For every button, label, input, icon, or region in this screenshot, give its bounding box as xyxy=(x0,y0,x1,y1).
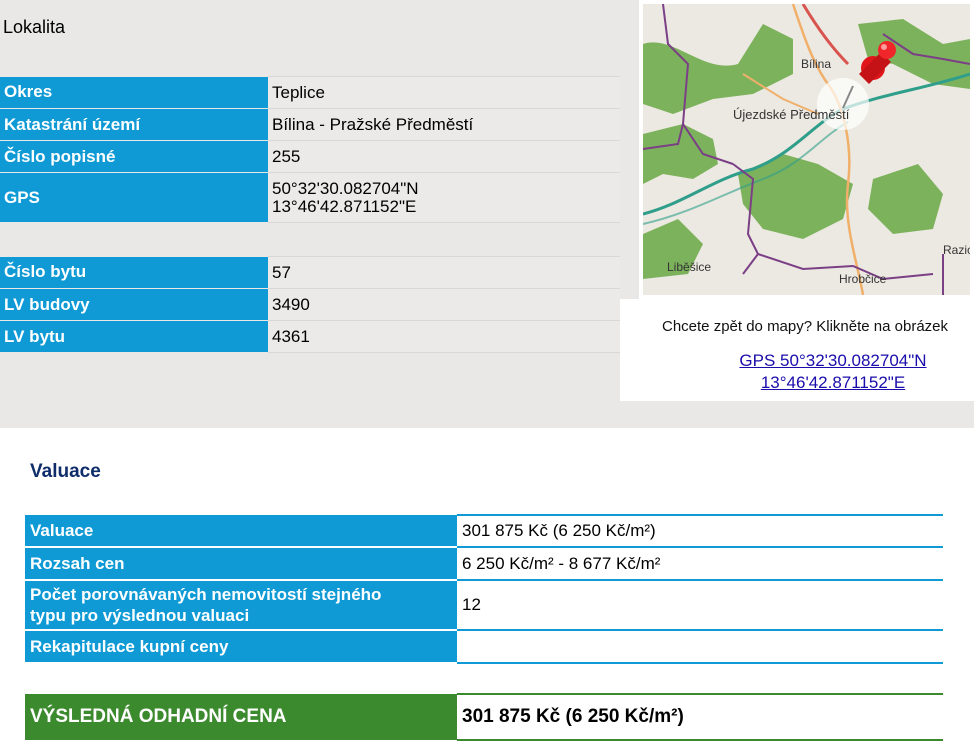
table-row: Rekapitulace kupní ceny xyxy=(25,629,943,664)
table-row: LV budovy 3490 xyxy=(0,288,620,321)
table-row: Katastrání území Bílina - Pražské Předmě… xyxy=(0,108,620,141)
row-label-lv-budovy: LV budovy xyxy=(0,288,268,321)
row-label-katastr: Katastrání území xyxy=(0,108,268,141)
map-caption-panel: Chcete zpět do mapy? Klikněte na obrázek… xyxy=(620,299,974,401)
section-title-lokalita: Lokalita xyxy=(3,17,66,37)
row-value-pocet-porovnavanych: 12 xyxy=(457,579,943,630)
map-label-bilina: Bílina xyxy=(801,57,831,71)
map-label-razic: Razic xyxy=(943,243,970,257)
final-price-label: VÝSLEDNÁ ODHADNÍ CENA xyxy=(25,694,457,740)
row-label-cislo-popisne: Číslo popisné xyxy=(0,140,268,173)
map-image[interactable]: Bílina Újezdské Předměstí Liběšice Hrobč… xyxy=(643,4,970,295)
map-hint-text: Chcete zpět do mapy? Klikněte na obrázek xyxy=(662,318,949,335)
row-value-okres: Teplice xyxy=(268,76,620,109)
row-value-cislo-bytu: 57 xyxy=(268,256,620,289)
row-label-line: typu pro výslednou valuaci xyxy=(30,606,250,625)
map-label-hrobcice: Hrobčice xyxy=(839,272,887,286)
section-title-valuace: Valuace xyxy=(30,461,101,482)
row-value-katastr: Bílina - Pražské Předměstí xyxy=(268,108,620,141)
table-row: Číslo popisné 255 xyxy=(0,140,620,173)
gps-link-latitude[interactable]: GPS 50°32'30.082704"N xyxy=(620,351,974,371)
table-row: LV bytu 4361 xyxy=(0,320,620,353)
row-value-rozsah-cen: 6 250 Kč/m² - 8 677 Kč/m² xyxy=(457,546,943,580)
gps-link-longitude[interactable]: 13°46'42.871152"E xyxy=(620,373,974,393)
map-label-libesice: Liběšice xyxy=(667,260,711,274)
map-thumbnail[interactable]: Bílina Újezdské Předměstí Liběšice Hrobč… xyxy=(639,0,974,299)
row-value-rekapitulace xyxy=(457,629,943,664)
row-label-lv-bytu: LV bytu xyxy=(0,320,268,353)
table-row: Valuace 301 875 Kč (6 250 Kč/m²) xyxy=(25,514,943,548)
table-row: Okres Teplice xyxy=(0,76,620,109)
table-row: VÝSLEDNÁ ODHADNÍ CENA 301 875 Kč (6 250 … xyxy=(25,693,943,741)
final-price-value: 301 875 Kč (6 250 Kč/m²) xyxy=(457,693,943,741)
table-row: Počet porovnávaných nemovitostí stejného… xyxy=(25,579,943,631)
row-value-gps: 50°32'30.082704"N 13°46'42.871152"E xyxy=(268,172,620,223)
row-label-pocet-porovnavanych: Počet porovnávaných nemovitostí stejného… xyxy=(25,580,457,631)
row-value-valuace: 301 875 Kč (6 250 Kč/m²) xyxy=(457,514,943,547)
row-label-valuace: Valuace xyxy=(25,515,457,548)
final-price-table: VÝSLEDNÁ ODHADNÍ CENA 301 875 Kč (6 250 … xyxy=(25,693,943,741)
row-value-lv-bytu: 4361 xyxy=(268,320,620,353)
row-label-line: Počet porovnávaných nemovitostí stejného xyxy=(30,585,382,604)
table-row: GPS 50°32'30.082704"N 13°46'42.871152"E xyxy=(0,172,620,223)
row-label-okres: Okres xyxy=(0,76,268,109)
map-label-ujezdske: Újezdské Předměstí xyxy=(733,107,850,122)
table-row: Číslo bytu 57 xyxy=(0,256,620,289)
gps-latitude: 50°32'30.082704"N xyxy=(272,178,419,198)
lokalita-table-byt: Číslo bytu 57 LV budovy 3490 LV bytu 436… xyxy=(0,256,620,353)
lokalita-section: Lokalita Okres Teplice Katastrání území … xyxy=(0,0,974,428)
table-row: Rozsah cen 6 250 Kč/m² - 8 677 Kč/m² xyxy=(25,546,943,581)
gps-longitude: 13°46'42.871152"E xyxy=(272,196,417,216)
row-value-lv-budovy: 3490 xyxy=(268,288,620,321)
row-label-cislo-bytu: Číslo bytu xyxy=(0,256,268,289)
valuace-table: Valuace 301 875 Kč (6 250 Kč/m²) Rozsah … xyxy=(25,514,943,664)
map-graphic: Bílina Újezdské Předměstí Liběšice Hrobč… xyxy=(643,4,970,295)
lokalita-table-main: Okres Teplice Katastrání území Bílina - … xyxy=(0,76,620,223)
row-value-cislo-popisne: 255 xyxy=(268,140,620,173)
row-label-rekapitulace: Rekapitulace kupní ceny xyxy=(25,630,457,664)
row-label-rozsah-cen: Rozsah cen xyxy=(25,547,457,581)
row-label-gps: GPS xyxy=(0,172,268,223)
